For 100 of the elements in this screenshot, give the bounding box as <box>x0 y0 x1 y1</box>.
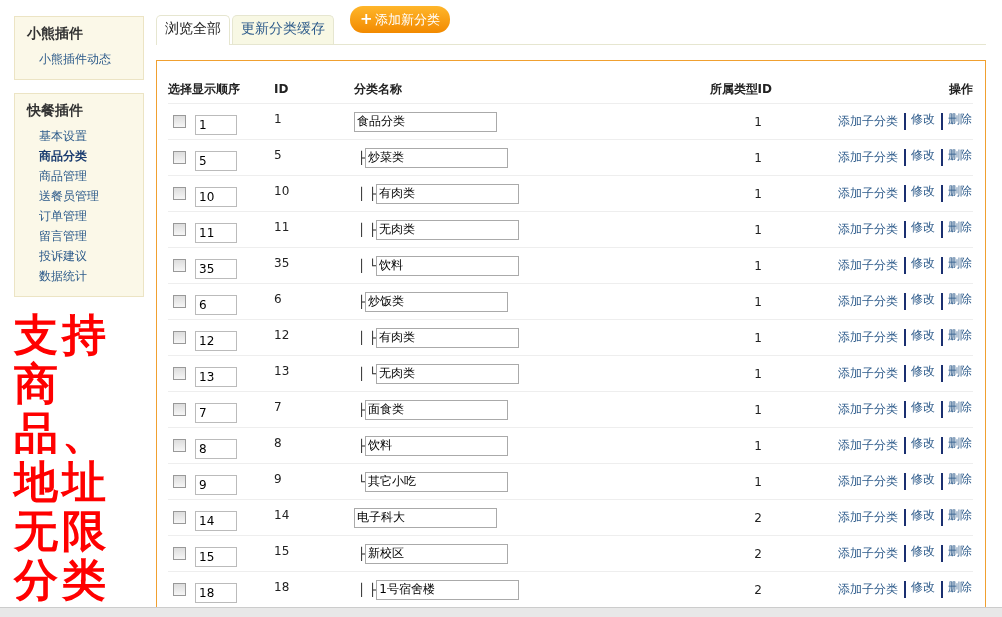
name-field[interactable]: 饮料 <box>376 255 520 276</box>
action-link[interactable]: 删除 <box>941 257 973 274</box>
name-field[interactable]: 无肉类 <box>376 219 520 240</box>
action-link[interactable]: 修改 <box>904 185 936 202</box>
action-link[interactable]: 删除 <box>941 293 973 310</box>
name-field[interactable]: 1号宿舍楼 <box>376 579 520 600</box>
action-link[interactable]: 删除 <box>941 581 973 598</box>
sidebar-item[interactable]: 商品分类 <box>27 146 143 166</box>
action-link[interactable]: 修改 <box>904 545 936 562</box>
order-field[interactable]: 12 <box>195 330 237 351</box>
action-link[interactable]: 添加子分类 <box>837 581 899 598</box>
order-field[interactable]: 5 <box>195 150 237 171</box>
order-field[interactable]: 1 <box>195 114 237 135</box>
action-link[interactable]: 添加子分类 <box>837 509 899 526</box>
tab[interactable]: 浏览全部 <box>156 15 230 45</box>
action-link[interactable]: 删除 <box>941 437 973 454</box>
order-field[interactable]: 13 <box>195 366 237 387</box>
sidebar-item[interactable]: 小熊插件动态 <box>27 49 143 69</box>
order-field[interactable]: 11 <box>195 222 237 243</box>
column-header: 分类名称 <box>354 80 403 98</box>
name-field[interactable]: 有肉类 <box>376 327 520 348</box>
checkbox[interactable] <box>173 403 186 416</box>
name-field[interactable]: 电子科大 <box>354 507 497 528</box>
action-link[interactable]: 添加子分类 <box>837 113 899 130</box>
name-field[interactable]: 其它小吃 <box>365 471 509 492</box>
checkbox[interactable] <box>173 547 186 560</box>
sidebar-item[interactable]: 送餐员管理 <box>27 186 143 206</box>
order-field[interactable]: 15 <box>195 546 237 567</box>
tab[interactable]: 更新分类缓存 <box>232 15 334 44</box>
order-field[interactable]: 6 <box>195 294 237 315</box>
order-field[interactable]: 14 <box>195 510 237 531</box>
name-field[interactable]: 无肉类 <box>376 363 520 384</box>
tree-connector: │ ├ <box>358 582 377 597</box>
order-field[interactable]: 8 <box>195 438 237 459</box>
action-link[interactable]: 修改 <box>904 365 936 382</box>
sidebar-item[interactable]: 投诉建议 <box>27 246 143 266</box>
checkbox[interactable] <box>173 583 186 596</box>
checkbox[interactable] <box>173 187 186 200</box>
action-link[interactable]: 删除 <box>941 329 973 346</box>
order-field[interactable]: 35 <box>195 258 237 279</box>
name-field[interactable]: 炒饭类 <box>365 291 509 312</box>
sidebar-item[interactable]: 基本设置 <box>27 126 143 146</box>
name-field[interactable]: 新校区 <box>365 543 509 564</box>
checkbox[interactable] <box>173 511 186 524</box>
action-link[interactable]: 修改 <box>904 293 936 310</box>
action-link[interactable]: 添加子分类 <box>837 365 899 382</box>
action-link[interactable]: 添加子分类 <box>837 437 899 454</box>
name-field[interactable]: 炒菜类 <box>365 147 509 168</box>
checkbox[interactable] <box>173 151 186 164</box>
checkbox[interactable] <box>173 115 186 128</box>
checkbox[interactable] <box>173 475 186 488</box>
action-link[interactable]: 修改 <box>904 113 936 130</box>
action-link[interactable]: 删除 <box>941 509 973 526</box>
sidebar-item[interactable]: 商品管理 <box>27 166 143 186</box>
checkbox[interactable] <box>173 259 186 272</box>
sidebar-item[interactable]: 订单管理 <box>27 206 143 226</box>
order-field[interactable]: 18 <box>195 582 237 603</box>
name-field[interactable]: 食品分类 <box>354 111 497 132</box>
order-field[interactable]: 10 <box>195 186 237 207</box>
action-link[interactable]: 添加子分类 <box>837 257 899 274</box>
table-cell-text: 1 <box>753 330 763 345</box>
sidebar-item[interactable]: 留言管理 <box>27 226 143 246</box>
action-link[interactable]: 修改 <box>904 149 936 166</box>
action-link[interactable]: 修改 <box>904 329 936 346</box>
action-link[interactable]: 修改 <box>904 581 936 598</box>
action-link[interactable]: 添加子分类 <box>837 473 899 490</box>
column-header: 操作 <box>948 80 973 98</box>
name-field[interactable]: 有肉类 <box>376 183 520 204</box>
checkbox[interactable] <box>173 295 186 308</box>
order-field[interactable]: 7 <box>195 402 237 423</box>
action-link[interactable]: 修改 <box>904 473 936 490</box>
action-link[interactable]: 添加子分类 <box>837 545 899 562</box>
checkbox[interactable] <box>173 439 186 452</box>
action-link[interactable]: 添加子分类 <box>837 293 899 310</box>
action-link[interactable]: 修改 <box>904 401 936 418</box>
table-cell-text: 18 <box>274 579 291 594</box>
action-link[interactable]: 添加子分类 <box>837 401 899 418</box>
action-link[interactable]: 添加子分类 <box>837 149 899 166</box>
action-link[interactable]: 添加子分类 <box>837 221 899 238</box>
action-link[interactable]: 删除 <box>941 401 973 418</box>
sidebar-item[interactable]: 数据统计 <box>27 266 143 286</box>
action-link[interactable]: 添加子分类 <box>837 185 899 202</box>
checkbox[interactable] <box>173 331 186 344</box>
action-link[interactable]: 删除 <box>941 221 973 238</box>
name-field[interactable]: 面食类 <box>365 399 509 420</box>
action-link[interactable]: 删除 <box>941 473 973 490</box>
checkbox[interactable] <box>173 367 186 380</box>
action-link[interactable]: 修改 <box>904 509 936 526</box>
name-field[interactable]: 饮料 <box>365 435 509 456</box>
action-link[interactable]: 删除 <box>941 545 973 562</box>
checkbox[interactable] <box>173 223 186 236</box>
action-link[interactable]: 修改 <box>904 221 936 238</box>
action-link[interactable]: 删除 <box>941 185 973 202</box>
action-link[interactable]: 删除 <box>941 365 973 382</box>
action-link[interactable]: 修改 <box>904 437 936 454</box>
action-link[interactable]: 添加子分类 <box>837 329 899 346</box>
action-link[interactable]: 删除 <box>941 149 973 166</box>
action-link[interactable]: 删除 <box>941 113 973 130</box>
action-link[interactable]: 修改 <box>904 257 936 274</box>
order-field[interactable]: 9 <box>195 474 237 495</box>
